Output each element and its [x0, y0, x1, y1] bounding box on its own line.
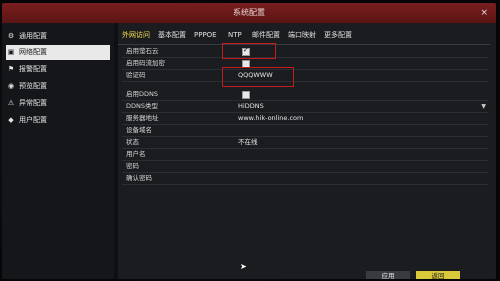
- sidebar-item-alarm[interactable]: ⚑ 报警配置: [6, 62, 110, 77]
- form-row-verify-code: 验证码 QQQWWW: [122, 70, 488, 82]
- tab-ntp[interactable]: NTP: [228, 29, 242, 41]
- window-title: 系统配置: [233, 8, 265, 17]
- tab-port-mapping[interactable]: 端口映射: [288, 29, 316, 41]
- form-row-ddns-type: DDNS类型 HiDDNS ▼: [122, 101, 488, 113]
- form-row-stream-encrypt: 启用码流加密: [122, 58, 488, 70]
- tab-bar: 外网访问 基本配置 PPPOE NTP 邮件配置 端口映射 更多配置: [118, 29, 496, 43]
- form-row-server-address: 服务器地址 www.hik-online.com: [122, 113, 488, 125]
- alarm-icon: ⚑: [7, 65, 15, 73]
- warning-icon: ⚠: [7, 99, 15, 107]
- tab-email[interactable]: 邮件配置: [252, 29, 280, 41]
- tab-pppoe[interactable]: PPPOE: [194, 29, 217, 41]
- main-panel: 外网访问 基本配置 PPPOE NTP 邮件配置 端口映射 更多配置 启用萤石云…: [118, 23, 496, 279]
- username-label: 用户名: [126, 150, 146, 158]
- ddns-enable-label: 启用DDNS: [126, 90, 158, 98]
- sidebar-item-network[interactable]: ▣ 网络配置: [6, 45, 110, 60]
- tab-more[interactable]: 更多配置: [324, 29, 352, 41]
- ezviz-enable-label: 启用萤石云: [126, 47, 159, 55]
- sidebar-item-preview[interactable]: ◉ 预览配置: [6, 79, 110, 94]
- ddns-type-label: DDNS类型: [126, 102, 158, 110]
- highlight-box-verify-code: [222, 67, 294, 87]
- form-row-device-domain: 设备域名: [122, 125, 488, 137]
- sidebar-item-label: 通用配置: [19, 32, 47, 40]
- gear-icon: ⚙: [7, 32, 15, 40]
- tab-divider: [118, 44, 490, 45]
- sidebar-item-general[interactable]: ⚙ 通用配置: [6, 29, 110, 44]
- device-domain-label: 设备域名: [126, 126, 152, 134]
- verify-code-label: 验证码: [126, 71, 146, 79]
- form-row-password: 密码: [122, 161, 488, 173]
- server-address-label: 服务器地址: [126, 114, 159, 122]
- sidebar-item-user[interactable]: ◆ 用户配置: [6, 113, 110, 128]
- dvr-screen: 系统配置 × ⚙ 通用配置 ▣ 网络配置 ⚑ 报警配置 ◉ 预览配置 ⚠ 异常配置 ◆ 用户…: [2, 3, 496, 279]
- sidebar-item-label: 异常配置: [19, 99, 47, 107]
- stream-encrypt-label: 启用码流加密: [126, 59, 165, 67]
- sidebar-item-label: 预览配置: [19, 82, 47, 90]
- form-row-confirm-password: 确认密码: [122, 173, 488, 185]
- sidebar-item-label: 报警配置: [19, 65, 47, 73]
- form-row-username: 用户名: [122, 149, 488, 161]
- tab-external-access[interactable]: 外网访问: [122, 29, 150, 41]
- highlight-box-ezviz: [222, 43, 276, 59]
- confirm-password-label: 确认密码: [126, 174, 152, 182]
- close-icon[interactable]: ×: [480, 3, 488, 23]
- status-label: 状态: [126, 138, 139, 146]
- chevron-down-icon[interactable]: ▼: [481, 101, 486, 112]
- network-icon: ▣: [7, 48, 15, 56]
- form-row-ezviz: 启用萤石云: [122, 46, 488, 58]
- sidebar-item-label: 网络配置: [19, 48, 47, 56]
- form-row-status: 状态 不在线: [122, 137, 488, 149]
- sidebar-item-label: 用户配置: [19, 116, 47, 124]
- sidebar: ⚙ 通用配置 ▣ 网络配置 ⚑ 报警配置 ◉ 预览配置 ⚠ 异常配置 ◆ 用户配置: [2, 23, 114, 279]
- apply-button[interactable]: 应用: [366, 271, 410, 279]
- status-value: 不在线: [238, 138, 258, 146]
- window-titlebar: 系统配置 ×: [2, 3, 496, 23]
- sidebar-item-exception[interactable]: ⚠ 异常配置: [6, 96, 110, 111]
- ddns-enable-checkbox[interactable]: [242, 91, 250, 99]
- server-address-field[interactable]: www.hik-online.com: [238, 113, 303, 124]
- user-icon: ◆: [8, 116, 14, 124]
- tab-basic[interactable]: 基本配置: [158, 29, 186, 41]
- password-label: 密码: [126, 162, 139, 170]
- back-button[interactable]: 返回: [416, 271, 460, 279]
- preview-icon: ◉: [7, 82, 15, 90]
- ddns-type-select[interactable]: HiDDNS: [238, 101, 264, 112]
- form-row-ddns-enable: 启用DDNS: [122, 89, 488, 101]
- mouse-cursor-icon: ➤: [240, 262, 247, 271]
